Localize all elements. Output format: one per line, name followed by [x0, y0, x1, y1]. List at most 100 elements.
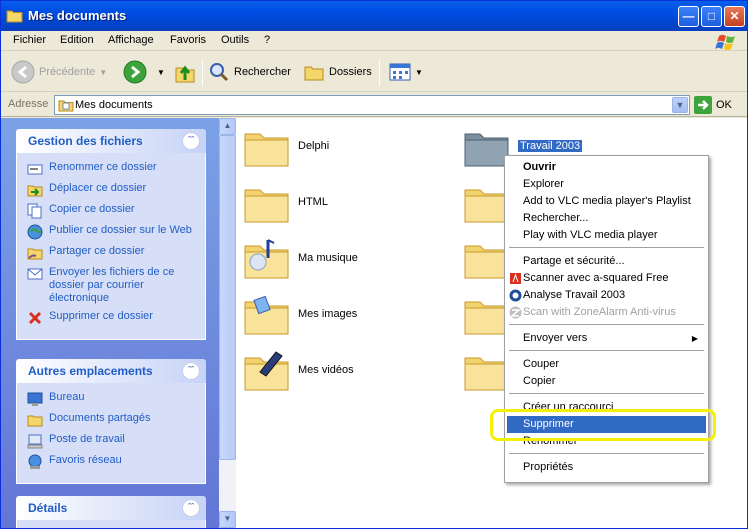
- collapse-icon[interactable]: ˆˆ: [182, 362, 200, 380]
- menu-item-open[interactable]: Ouvrir: [507, 159, 706, 176]
- menu-fichier[interactable]: Fichier: [13, 34, 46, 46]
- toolbar-separator: [202, 60, 203, 86]
- menu-affichage[interactable]: Affichage: [108, 34, 154, 46]
- address-label: Adresse: [8, 98, 49, 110]
- folder-name: Delphi: [298, 140, 330, 152]
- toolbar-separator: [379, 60, 380, 86]
- menu-item-sharing[interactable]: Partage et sécurité...: [507, 253, 706, 270]
- back-dropdown-icon[interactable]: ▼: [99, 68, 107, 77]
- close-icon: ✕: [729, 9, 740, 23]
- task-delete[interactable]: Supprimer ce dossier: [27, 310, 205, 326]
- minimize-icon: —: [682, 9, 695, 23]
- menu-item-properties[interactable]: Propriétés: [507, 459, 706, 476]
- maximize-icon: □: [707, 9, 716, 23]
- folders-label: Dossiers: [329, 66, 372, 78]
- menu-item-vlc-play[interactable]: Play with VLC media player: [507, 227, 706, 244]
- other-places-title: Autres emplacements: [28, 364, 153, 378]
- menu-help[interactable]: ?: [264, 34, 270, 46]
- address-dropdown-button[interactable]: ▼: [672, 97, 688, 113]
- computer-icon: [27, 434, 43, 449]
- search-button[interactable]: Rechercher: [208, 59, 291, 85]
- task-pane-scrollbar[interactable]: ▲ ▼: [219, 118, 236, 528]
- place-my-computer[interactable]: Poste de travail: [27, 433, 205, 449]
- back-button[interactable]: Précédente ▼: [11, 59, 107, 85]
- collapse-icon[interactable]: ˆˆ: [182, 132, 200, 150]
- task-email[interactable]: Envoyer les fichiers de ce dossier par c…: [27, 266, 205, 305]
- file-tasks-header[interactable]: Gestion des fichiers ˆˆ: [16, 129, 206, 153]
- menu-separator: [509, 247, 704, 248]
- highlight-annotation: [490, 409, 716, 441]
- address-input[interactable]: Mes documents ▼: [54, 95, 690, 115]
- task-move[interactable]: Déplacer ce dossier: [27, 182, 205, 198]
- menu-separator: [509, 393, 704, 394]
- folder-item[interactable]: Mes vidéos: [242, 348, 354, 392]
- menu-item-a-squared[interactable]: Scanner avec a-squared Free: [507, 270, 706, 287]
- menu-outils[interactable]: Outils: [221, 34, 249, 46]
- close-button[interactable]: ✕: [724, 6, 745, 27]
- title-bar[interactable]: Mes documents — □ ✕: [1, 1, 747, 31]
- antivirus-icon: [509, 289, 522, 302]
- menu-item-explore[interactable]: Explorer: [507, 176, 706, 193]
- details-header[interactable]: Détails ˆˆ: [16, 496, 206, 520]
- file-tasks-title: Gestion des fichiers: [28, 134, 143, 148]
- forward-button[interactable]: ▼: [123, 59, 165, 85]
- details-title: Détails: [28, 501, 68, 515]
- menu-item-a-squared-label: Scanner avec a-squared Free: [523, 272, 669, 284]
- minimize-button[interactable]: —: [678, 6, 699, 27]
- menu-edition[interactable]: Edition: [60, 34, 94, 46]
- forward-dropdown-icon[interactable]: ▼: [157, 68, 165, 77]
- scroll-up-button[interactable]: ▲: [219, 118, 236, 135]
- other-places-header[interactable]: Autres emplacements ˆˆ: [16, 359, 206, 383]
- views-dropdown-icon[interactable]: ▼: [415, 68, 423, 77]
- folder-name: Mes vidéos: [298, 364, 354, 376]
- window-title: Mes documents: [28, 8, 127, 23]
- task-rename[interactable]: Renommer ce dossier: [27, 161, 205, 177]
- folder-item[interactable]: Mes images: [242, 292, 357, 336]
- task-rename-label: Renommer ce dossier: [49, 161, 157, 173]
- folder-item[interactable]: Delphi: [242, 124, 329, 168]
- task-publish[interactable]: Publier ce dossier sur le Web: [27, 224, 205, 240]
- menu-item-vlc-playlist[interactable]: Add to VLC media player's Playlist: [507, 193, 706, 210]
- up-folder-button[interactable]: [173, 59, 197, 85]
- menu-item-analyse[interactable]: Analyse Travail 2003: [507, 287, 706, 304]
- other-places-panel: Autres emplacements ˆˆ Bureau Documents …: [16, 359, 206, 484]
- scroll-down-button[interactable]: ▼: [219, 511, 236, 528]
- views-button[interactable]: ▼: [389, 59, 423, 85]
- views-icon: [389, 63, 411, 81]
- globe-icon: [27, 224, 43, 240]
- task-copy[interactable]: Copier ce dossier: [27, 203, 205, 219]
- menu-item-send-to[interactable]: Envoyer vers ▶: [507, 330, 706, 347]
- collapse-icon[interactable]: ˆˆ: [182, 499, 200, 517]
- go-button[interactable]: OK: [694, 96, 732, 114]
- place-my-computer-label: Poste de travail: [49, 433, 125, 445]
- menu-item-zonealarm[interactable]: Scan with ZoneAlarm Anti-virus: [507, 304, 706, 321]
- email-icon: [27, 268, 43, 280]
- place-shared-docs[interactable]: Documents partagés: [27, 412, 205, 428]
- scroll-thumb[interactable]: [219, 135, 236, 460]
- folder-item[interactable]: HTML: [242, 180, 328, 224]
- menu-item-search[interactable]: Rechercher...: [507, 210, 706, 227]
- folders-button[interactable]: Dossiers: [303, 59, 372, 85]
- network-icon: [28, 454, 42, 469]
- folder-name: Travail 2003: [516, 139, 584, 153]
- task-share[interactable]: Partager ce dossier: [27, 245, 205, 261]
- maximize-button[interactable]: □: [701, 6, 722, 27]
- task-share-label: Partager ce dossier: [49, 245, 145, 257]
- folder-item[interactable]: Ma musique: [242, 236, 358, 280]
- place-network[interactable]: Favoris réseau: [27, 454, 205, 470]
- chevron-up-icon: ▲: [223, 121, 232, 130]
- back-label: Précédente: [39, 66, 96, 78]
- menu-separator: [509, 350, 704, 351]
- menu-item-send-to-label: Envoyer vers: [523, 332, 588, 344]
- explorer-window: Mes documents — □ ✕ Fichier Edition Affi…: [0, 0, 748, 529]
- menu-item-cut[interactable]: Couper: [507, 356, 706, 373]
- folder-name: Ma musique: [298, 252, 358, 264]
- place-network-label: Favoris réseau: [49, 454, 122, 466]
- menu-item-copy[interactable]: Copier: [507, 373, 706, 390]
- pictures-folder-icon: [244, 295, 289, 335]
- a-squared-icon: [510, 273, 521, 284]
- copy-icon: [27, 203, 42, 219]
- place-desktop[interactable]: Bureau: [27, 391, 205, 407]
- menu-favoris[interactable]: Favoris: [170, 34, 206, 46]
- menu-separator: [509, 453, 704, 454]
